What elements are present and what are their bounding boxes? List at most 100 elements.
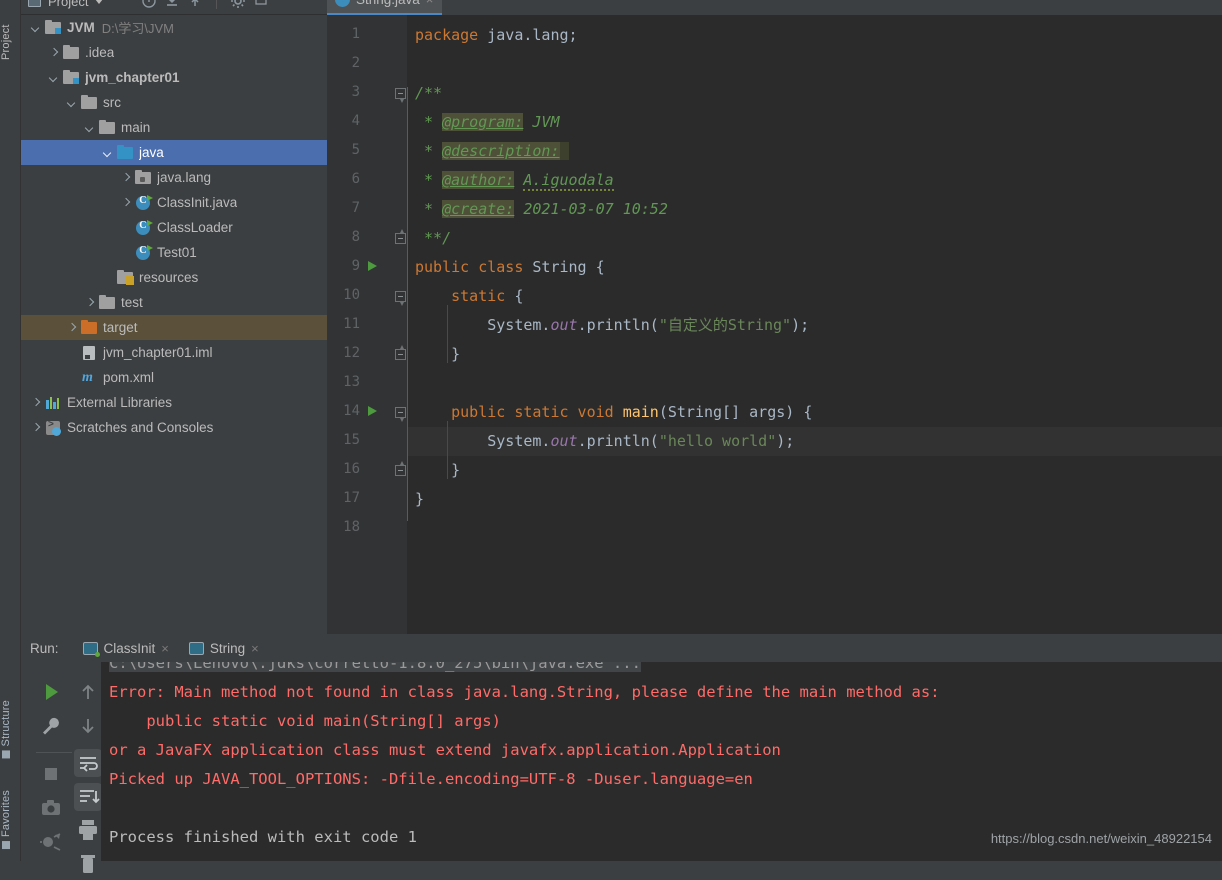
code-line: package java.lang;	[415, 26, 578, 44]
chevron-right-icon[interactable]	[29, 396, 43, 410]
tree-item-path: D:\学习\JVM	[101, 21, 174, 36]
tree-item-label: main	[121, 120, 151, 135]
chevron-down-icon[interactable]	[65, 96, 79, 110]
gear-icon[interactable]	[230, 0, 246, 9]
libraries-icon	[46, 396, 61, 409]
up-arrow-icon[interactable]	[75, 679, 101, 705]
tree-item-idea[interactable]: .idea	[21, 40, 327, 65]
chevron-right-icon[interactable]	[65, 321, 79, 335]
code-fold-marker[interactable]	[395, 345, 406, 360]
run-tab-string[interactable]: String ×	[183, 639, 265, 664]
code-line: }	[415, 345, 461, 363]
code-line: public static void main(String[] args) {	[451, 403, 813, 421]
tree-item-label: src	[103, 95, 121, 110]
tree-item-jvm-chapter01[interactable]: jvm_chapter01	[21, 65, 327, 90]
chevron-down-icon[interactable]	[47, 71, 61, 85]
favorites-icon	[2, 841, 10, 850]
run-tool-window-header: Run: ClassInit × String ×	[21, 634, 1222, 664]
hide-icon[interactable]	[253, 0, 269, 9]
chevron-down-icon[interactable]	[101, 146, 115, 160]
tree-item-jvm-chapter01-iml[interactable]: jvm_chapter01.iml	[21, 340, 327, 365]
trash-icon[interactable]	[75, 851, 101, 877]
code-editor[interactable]: 1 2 3 4 5 6 7 8 9 10 11 12 13 14 15 16 17 18 package java…	[327, 15, 1222, 634]
line-number: 18	[343, 519, 360, 535]
line-number: 15	[343, 432, 360, 448]
tree-item-classloader[interactable]: ClassLoader	[21, 215, 327, 240]
down-arrow-icon[interactable]	[75, 713, 101, 739]
editor-gutter[interactable]: 1 2 3 4 5 6 7 8 9 10 11 12 13 14 15 16 17 18	[327, 15, 407, 634]
tree-item-pom-xml[interactable]: m pom.xml	[21, 365, 327, 390]
line-number: 11	[343, 316, 360, 332]
code-fold-marker[interactable]	[395, 461, 406, 476]
chevron-down-icon[interactable]	[29, 21, 43, 35]
editor-tab-bar: String.java ×	[327, 0, 1222, 15]
tree-item-main[interactable]: main	[21, 115, 327, 140]
collapse-all-icon[interactable]	[164, 0, 180, 9]
editor-tab-string-java[interactable]: String.java ×	[327, 0, 443, 15]
chevron-right-icon[interactable]	[83, 296, 97, 310]
run-gutter-icon[interactable]	[368, 406, 377, 416]
project-tree[interactable]: JVM D:\学习\JVM .idea jvm_chapter01src main jav…	[21, 15, 327, 634]
run-tab-classinit[interactable]: ClassInit ×	[77, 639, 175, 658]
console-line: or a JavaFX application class must exten…	[109, 741, 781, 759]
code-fold-marker[interactable]	[395, 88, 406, 103]
code-fold-marker[interactable]	[395, 407, 406, 422]
tree-item-label: Test01	[157, 245, 197, 260]
module-folder-icon	[45, 19, 61, 34]
code-fold-marker[interactable]	[395, 291, 406, 306]
code-line: /**	[415, 84, 443, 102]
close-icon[interactable]: ×	[426, 0, 434, 7]
code-line: public class String {	[415, 258, 605, 276]
tree-item-label: test	[121, 295, 143, 310]
console-icon	[82, 641, 100, 657]
chevron-down-icon[interactable]	[83, 121, 97, 135]
tree-item-java[interactable]: java	[21, 140, 327, 165]
tool-window-button-structure[interactable]: Structure	[0, 700, 21, 759]
close-icon[interactable]: ×	[251, 641, 259, 656]
tree-item-label: External Libraries	[67, 395, 173, 410]
code-line: }	[415, 490, 425, 508]
chevron-right-icon[interactable]	[29, 421, 43, 435]
chevron-down-icon[interactable]	[95, 0, 104, 4]
line-number: 8	[351, 229, 360, 245]
camera-dump-icon[interactable]	[38, 795, 64, 821]
structure-label: Structure	[0, 700, 12, 747]
line-number: 1	[351, 26, 360, 42]
locate-icon[interactable]	[141, 0, 157, 9]
tree-item-scratches-and-consoles[interactable]: Scratches and Consoles	[21, 415, 327, 440]
watermark: https://blog.csdn.net/weixin_48922154	[990, 831, 1212, 846]
console-line: Picked up JAVA_TOOL_OPTIONS: -Dfile.enco…	[109, 770, 753, 788]
line-number: 5	[351, 142, 360, 158]
close-icon[interactable]: ×	[161, 641, 169, 656]
print-icon[interactable]	[75, 817, 101, 843]
chevron-right-icon[interactable]	[47, 46, 61, 60]
tree-item-label: java.lang	[157, 170, 212, 185]
tool-window-button-project[interactable]: Project	[0, 0, 21, 60]
tree-item-src[interactable]: src	[21, 90, 327, 115]
project-panel-header: Project	[21, 0, 327, 15]
tree-item-test[interactable]: test	[21, 290, 327, 315]
tree-item-resources[interactable]: resources	[21, 265, 327, 290]
chevron-right-icon[interactable]	[119, 171, 133, 185]
tree-item-jvm[interactable]: JVM D:\学习\JVM	[21, 15, 327, 40]
tree-item-external-libraries[interactable]: External Libraries	[21, 390, 327, 415]
expand-all-icon[interactable]	[187, 0, 203, 9]
code-fold-marker[interactable]	[395, 229, 406, 244]
wrench-settings-icon[interactable]	[38, 713, 64, 739]
run-gutter-icon[interactable]	[368, 261, 377, 271]
thread-dump-icon[interactable]	[38, 829, 64, 855]
project-panel-title: Project	[48, 0, 89, 9]
rerun-play-icon[interactable]	[38, 679, 64, 705]
tree-item-target[interactable]: target	[21, 315, 327, 340]
tree-item-label: JVM	[67, 20, 95, 35]
console-line: Error: Main method not found in class ja…	[109, 683, 940, 701]
tree-item-classinit-java[interactable]: ClassInit.java	[21, 190, 327, 215]
line-number: 6	[351, 171, 360, 187]
tree-item-java-lang[interactable]: java.lang	[21, 165, 327, 190]
stop-icon[interactable]	[38, 761, 64, 787]
tool-window-button-favorites[interactable]: Favorites	[0, 790, 21, 850]
soft-wrap-toggle[interactable]	[74, 749, 102, 777]
chevron-right-icon[interactable]	[119, 196, 133, 210]
tree-item-test01[interactable]: Test01	[21, 240, 327, 265]
scroll-to-end-toggle[interactable]	[74, 783, 102, 811]
